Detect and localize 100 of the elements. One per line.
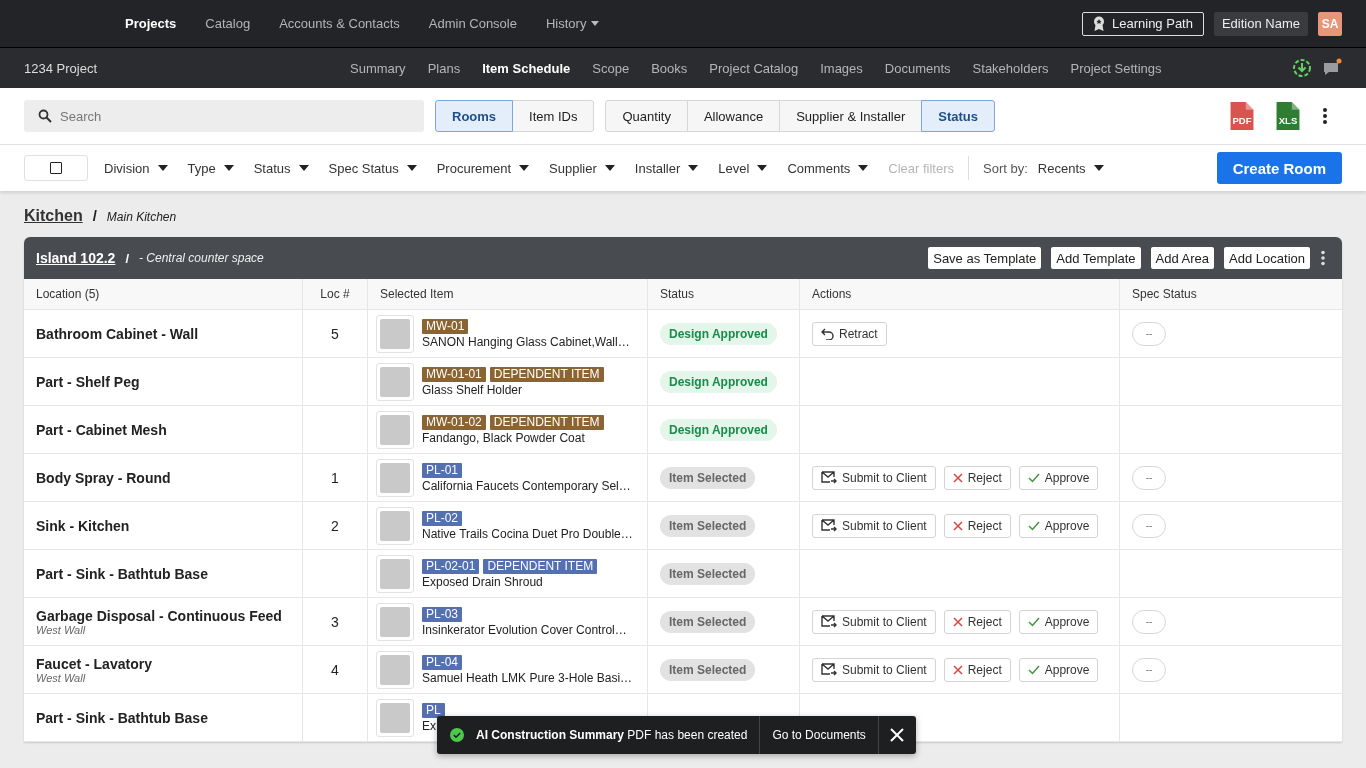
column-toggle-button[interactable]: Supplier & Installer <box>779 100 923 132</box>
project-tab[interactable]: Item Schedule <box>482 60 571 76</box>
create-room-button[interactable]: Create Room <box>1216 152 1342 184</box>
project-tab[interactable]: Project Catalog <box>709 60 799 76</box>
item-name: Samuel Heath LMK Pure 3-Hole Basi… <box>422 670 633 685</box>
sort-dropdown[interactable]: Recents <box>1027 160 1114 176</box>
project-tab[interactable]: Stakeholders <box>972 60 1049 76</box>
item-tag: PL-03 <box>422 606 463 622</box>
action-button[interactable]: Submit to Client <box>812 465 936 490</box>
breadcrumb-separator: / <box>92 207 97 224</box>
chat-icon[interactable] <box>1322 58 1342 78</box>
area-link[interactable]: Island 102.2 <box>36 250 116 266</box>
file-export-icon[interactable]: PDF <box>1230 102 1254 130</box>
status-badge: Design Approved <box>660 370 777 393</box>
item-tag: PL-04 <box>422 654 463 670</box>
mail-send-icon <box>821 663 837 676</box>
area-action-button[interactable]: Add Location <box>1224 247 1310 269</box>
caret-icon <box>604 165 615 171</box>
toast-message: AI Construction Summary PDF has been created <box>476 728 749 742</box>
caret-icon <box>223 165 234 171</box>
filter-dropdown[interactable]: Level <box>708 160 778 176</box>
file-export-icon[interactable]: XLS <box>1276 102 1300 130</box>
filter-dropdown[interactable]: Comments <box>777 160 879 176</box>
go-to-documents-link[interactable]: Go to Documents <box>759 716 878 754</box>
column-toggle-button[interactable]: Status <box>921 100 995 132</box>
search-field[interactable]: Search <box>24 100 424 132</box>
product-photo-placeholder <box>376 410 414 449</box>
action-button[interactable]: Reject <box>943 465 1011 490</box>
loc-number: 1 <box>331 469 339 486</box>
project-tab[interactable]: Books <box>651 60 688 76</box>
column-toggle-button[interactable]: Allowance <box>686 100 781 132</box>
filter-dropdown[interactable]: Supplier <box>539 160 625 176</box>
caret-icon <box>298 165 309 171</box>
view-toggle-button[interactable]: Rooms <box>435 100 514 132</box>
action-button[interactable]: Submit to Client <box>812 513 936 538</box>
close-icon <box>890 728 905 742</box>
filter-dropdown[interactable]: Status <box>243 160 319 176</box>
action-button[interactable]: Approve <box>1018 657 1099 682</box>
area-action-button[interactable]: Add Template <box>1051 247 1141 269</box>
action-button[interactable]: Reject <box>943 609 1011 634</box>
project-tab[interactable]: Scope <box>592 60 630 76</box>
caret-icon <box>688 165 699 171</box>
location-name: Body Spray - Round <box>36 469 171 486</box>
loc-number: 4 <box>331 661 339 678</box>
item-name: Native Trails Cocina Duet Pro Double… <box>422 526 633 541</box>
filter-dropdown[interactable]: Installer <box>624 160 709 176</box>
undo-icon <box>821 327 834 340</box>
column-toggle-button[interactable]: Quantity <box>605 100 688 132</box>
nav-link[interactable]: Admin Console <box>428 16 517 31</box>
action-button[interactable]: Reject <box>943 657 1011 682</box>
project-tab[interactable]: Project Settings <box>1070 60 1162 76</box>
close-icon <box>952 472 963 483</box>
room-link[interactable]: Kitchen <box>24 207 83 225</box>
sublocation-text: West Wall <box>36 671 86 684</box>
nav-link[interactable]: History <box>545 16 600 31</box>
project-tab[interactable]: Images <box>820 60 863 76</box>
action-button[interactable]: Reject <box>943 513 1011 538</box>
caret-icon <box>406 165 417 171</box>
action-button[interactable]: Approve <box>1018 609 1099 634</box>
caret-icon <box>858 165 869 171</box>
filter-dropdown[interactable]: Division <box>94 160 178 176</box>
project-tab[interactable]: Documents <box>884 60 951 76</box>
filter-dropdown[interactable]: Procurement <box>426 160 540 176</box>
edition-button[interactable]: Edition Name <box>1213 11 1308 36</box>
item-tag: DEPENDENT ITEM <box>483 558 598 574</box>
product-photo-placeholder <box>376 362 414 401</box>
loc-number: 5 <box>331 325 339 342</box>
learning-path-button[interactable]: Learning Path <box>1082 11 1204 36</box>
download-icon[interactable] <box>1292 58 1312 78</box>
action-button[interactable]: Approve <box>1018 465 1099 490</box>
action-button[interactable]: Submit to Client <box>812 657 936 682</box>
project-tab[interactable]: Summary <box>350 60 406 76</box>
view-toggle-button[interactable]: Item IDs <box>512 100 595 132</box>
item-tag: PL-01 <box>422 462 463 478</box>
close-icon <box>952 616 963 627</box>
location-name: Faucet - Lavatory <box>36 655 152 672</box>
area-action-button[interactable]: Add Area <box>1150 247 1215 269</box>
product-photo-placeholder <box>376 314 414 353</box>
more-icon[interactable] <box>1322 107 1328 125</box>
nav-link[interactable]: Catalog <box>205 16 251 31</box>
nav-link[interactable]: Projects <box>125 16 177 31</box>
action-button[interactable]: Retract <box>812 321 887 346</box>
location-name: Part - Shelf Peg <box>36 373 140 390</box>
filter-dropdown[interactable]: Type <box>177 160 244 176</box>
nav-link[interactable]: Accounts & Contacts <box>279 16 400 31</box>
action-button[interactable]: Approve <box>1018 513 1099 538</box>
product-photo-placeholder <box>376 458 414 497</box>
location-name: Garbage Disposal - Continuous Feed <box>36 607 282 624</box>
project-tab[interactable]: Plans <box>427 60 461 76</box>
item-tag: MW-01-02 <box>422 414 486 430</box>
more-icon[interactable] <box>1320 250 1326 266</box>
product-photo-placeholder <box>376 650 414 689</box>
item-name: SANON Hanging Glass Cabinet,Wall… <box>422 334 630 349</box>
select-all-checkbox[interactable] <box>24 155 88 181</box>
action-button[interactable]: Submit to Client <box>812 609 936 634</box>
check-icon <box>1027 664 1040 675</box>
filter-dropdown[interactable]: Spec Status <box>318 160 427 176</box>
area-action-button[interactable]: Save as Template <box>928 247 1042 269</box>
mail-send-icon <box>821 519 837 532</box>
status-badge: Item Selected <box>660 466 756 489</box>
